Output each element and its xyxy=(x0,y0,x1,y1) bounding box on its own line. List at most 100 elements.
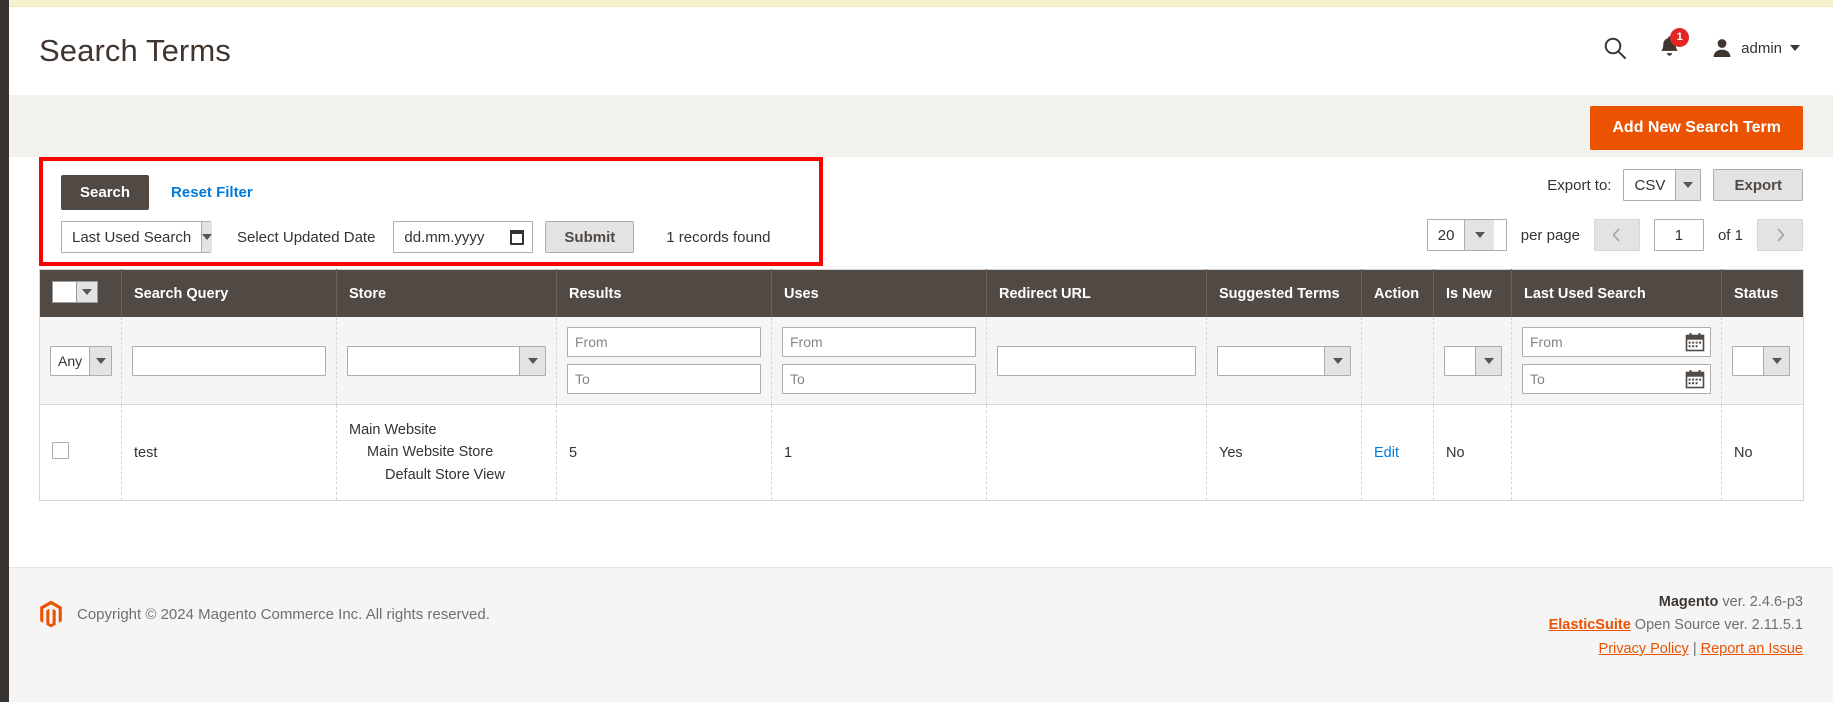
filter-cell-store xyxy=(336,317,557,405)
column-header-action: Action xyxy=(1361,269,1434,317)
user-avatar-icon xyxy=(1713,39,1731,57)
filter-cell-massaction: Any xyxy=(39,317,122,405)
chevron-down-icon xyxy=(1475,346,1501,375)
export-controls: Export to: CSV Export xyxy=(1547,169,1803,201)
report-issue-link[interactable]: Report an Issue xyxy=(1701,641,1803,657)
per-page-select[interactable]: 20 xyxy=(1426,219,1507,251)
export-format-select[interactable]: CSV xyxy=(1623,169,1702,201)
search-terms-table: Search Query Store Results Uses Redirect… xyxy=(39,269,1804,502)
row-checkbox[interactable] xyxy=(52,442,69,460)
redirect-url-filter-input[interactable] xyxy=(997,345,1196,376)
store-filter-value xyxy=(348,347,519,375)
chevron-down-icon xyxy=(89,346,111,375)
search-query-filter-input[interactable] xyxy=(132,345,326,376)
massaction-select[interactable] xyxy=(52,281,98,303)
search-icon[interactable] xyxy=(1602,35,1628,61)
magento-version: ver. 2.4.6-p3 xyxy=(1718,594,1803,610)
select-all-checkbox[interactable] xyxy=(53,282,76,302)
footer-links-separator: | xyxy=(1692,640,1697,657)
page-title: Search Terms xyxy=(39,33,231,68)
next-page-button[interactable] xyxy=(1757,219,1803,251)
chevron-down-icon xyxy=(1763,346,1789,375)
row-checkbox-cell xyxy=(39,404,122,501)
elasticsuite-version-line: ElasticSuite Open Source ver. 2.11.5.1 xyxy=(1549,614,1803,637)
cell-status: No xyxy=(1721,404,1804,501)
chevron-down-icon xyxy=(76,282,97,302)
updated-date-placeholder: dd.mm.yyyy xyxy=(404,228,485,246)
column-header-massaction xyxy=(39,269,122,317)
notifications-button[interactable]: 1 xyxy=(1658,27,1690,61)
elasticsuite-version: Open Source ver. 2.11.5.1 xyxy=(1630,617,1803,634)
privacy-policy-link[interactable]: Privacy Policy xyxy=(1599,641,1689,657)
updated-date-label: Select Updated Date xyxy=(237,228,376,246)
filter-cell-search-query xyxy=(121,317,337,405)
column-header-results[interactable]: Results xyxy=(556,269,772,317)
status-filter-select[interactable] xyxy=(1732,345,1790,376)
page-header: Search Terms 1 admin xyxy=(9,7,1833,95)
cell-redirect-url xyxy=(986,404,1207,501)
column-header-uses[interactable]: Uses xyxy=(771,269,987,317)
suggested-terms-filter-select[interactable] xyxy=(1217,345,1351,376)
uses-to-input[interactable] xyxy=(782,364,976,394)
is-new-filter-value xyxy=(1445,347,1475,375)
last-used-to-input[interactable]: To xyxy=(1522,364,1711,394)
magento-logo-icon xyxy=(40,600,62,628)
scope-select[interactable]: Last Used Search xyxy=(61,221,213,253)
last-used-from-input[interactable]: From xyxy=(1522,327,1711,357)
search-button[interactable]: Search xyxy=(61,175,150,210)
cell-uses: 1 xyxy=(771,404,987,501)
column-header-last-used-search[interactable]: Last Used Search xyxy=(1511,269,1722,317)
grid-content: Search Reset Filter Last Used Search Sel… xyxy=(9,157,1833,502)
footer-links-line: Privacy Policy | Report an Issue xyxy=(1549,638,1803,661)
massaction-filter-select[interactable]: Any xyxy=(50,345,112,376)
submit-date-button[interactable]: Submit xyxy=(545,221,635,253)
user-menu[interactable]: admin xyxy=(1711,37,1800,59)
results-from-input[interactable] xyxy=(567,327,761,357)
column-header-redirect-url[interactable]: Redirect URL xyxy=(986,269,1207,317)
last-used-from-placeholder: From xyxy=(1530,334,1563,350)
chevron-down-icon xyxy=(201,222,213,252)
cell-last-used-search xyxy=(1511,404,1722,501)
column-header-search-query[interactable]: Search Query xyxy=(121,269,337,317)
edit-link[interactable]: Edit xyxy=(1374,445,1399,461)
column-header-suggested-terms[interactable]: Suggested Terms xyxy=(1206,269,1362,317)
notification-count-badge: 1 xyxy=(1670,27,1690,47)
uses-from-input[interactable] xyxy=(782,327,976,357)
store-group: Main Website Store xyxy=(367,444,494,461)
calendar-icon[interactable] xyxy=(510,229,525,245)
add-new-search-term-button[interactable]: Add New Search Term xyxy=(1590,106,1803,150)
last-used-to-placeholder: To xyxy=(1530,371,1545,387)
reset-filter-link[interactable]: Reset Filter xyxy=(171,184,253,201)
cell-suggested-terms: Yes xyxy=(1206,404,1362,501)
calendar-icon[interactable] xyxy=(1685,369,1705,389)
table-row[interactable]: test Main Website Main Website Store Def… xyxy=(39,404,1804,501)
results-to-input[interactable] xyxy=(567,364,761,394)
cell-is-new: No xyxy=(1433,404,1512,501)
calendar-icon[interactable] xyxy=(1685,332,1705,352)
column-header-is-new[interactable]: Is New xyxy=(1433,269,1512,317)
magento-label: Magento xyxy=(1658,594,1719,610)
store-filter-select[interactable] xyxy=(347,345,546,376)
column-header-store[interactable]: Store xyxy=(336,269,557,317)
filter-cell-action xyxy=(1361,317,1434,405)
cell-store: Main Website Main Website Store Default … xyxy=(336,404,557,501)
elasticsuite-link[interactable]: ElasticSuite xyxy=(1549,617,1631,633)
filter-cell-results xyxy=(556,317,772,405)
previous-page-button[interactable] xyxy=(1593,219,1640,251)
table-header-row: Search Query Store Results Uses Redirect… xyxy=(39,269,1804,317)
grid-toolbar: Search Reset Filter Last Used Search Sel… xyxy=(39,157,1803,269)
filter-cell-suggested-terms xyxy=(1206,317,1362,405)
current-page-input[interactable]: 1 xyxy=(1653,219,1704,251)
column-header-status[interactable]: Status xyxy=(1721,269,1804,317)
export-button[interactable]: Export xyxy=(1713,169,1803,201)
cell-results: 5 xyxy=(556,404,772,501)
filter-cell-is-new xyxy=(1433,317,1512,405)
total-pages-label: of 1 xyxy=(1717,226,1743,244)
is-new-filter-select[interactable] xyxy=(1444,345,1502,376)
collapsed-sidebar-strip[interactable] xyxy=(0,0,9,702)
pagination-controls: 20 per page 1 of 1 xyxy=(1426,219,1803,251)
filter-actions: Search Reset Filter xyxy=(61,175,253,210)
records-found-text: 1 records found xyxy=(666,228,771,246)
updated-date-input[interactable]: dd.mm.yyyy xyxy=(393,221,534,253)
filter-cell-last-used-search: From To xyxy=(1511,317,1722,405)
